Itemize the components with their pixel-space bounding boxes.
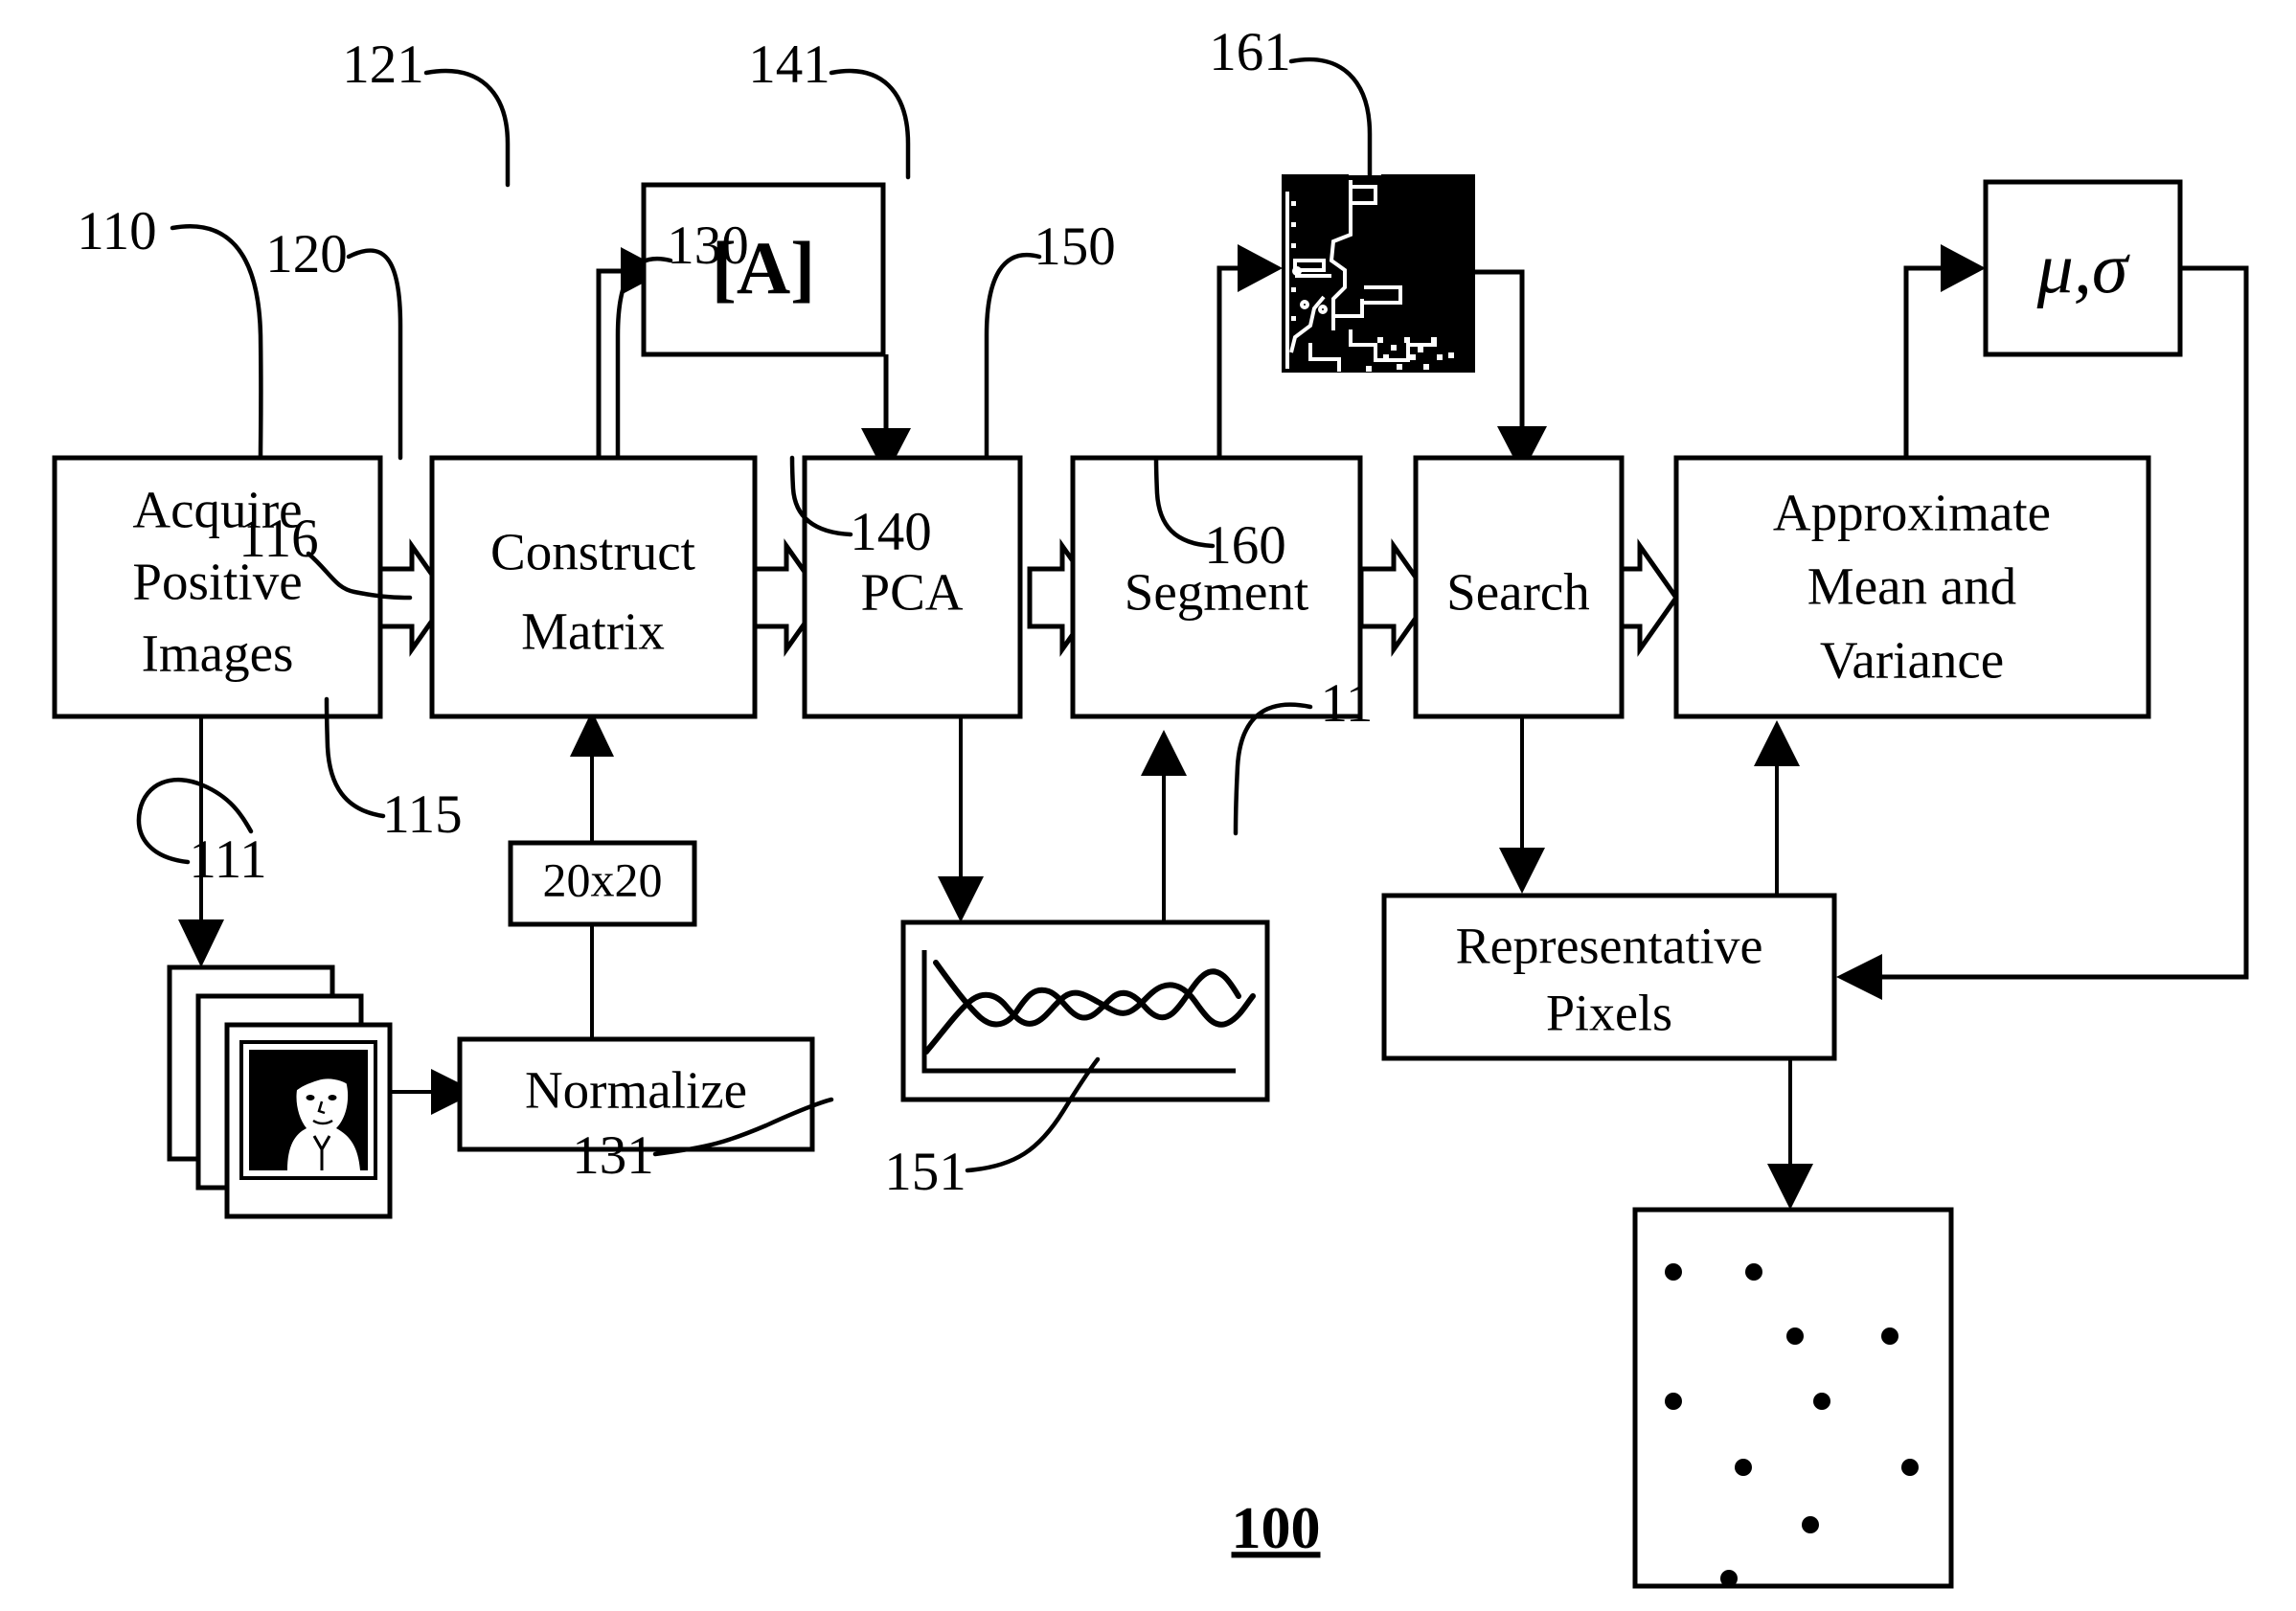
- box-acquire-line-3: Images: [142, 624, 294, 683]
- ref-label-121: 121: [342, 34, 424, 95]
- box-approximate-line-3: Variance: [1820, 631, 2004, 690]
- box-representative-pixels[interactable]: Representative Pixels: [1381, 893, 1837, 1061]
- connector-pca-to-plot: [938, 716, 984, 922]
- box-search[interactable]: Search: [1413, 455, 1625, 719]
- leader-121: [423, 68, 511, 188]
- box-search-label: Search: [1446, 563, 1590, 622]
- connector-plot-to-segment: [1141, 730, 1187, 922]
- thumbnail-pixel-map[interactable]: [1632, 1207, 1954, 1589]
- leader-11: [1233, 702, 1313, 836]
- flow-diagram: Acquire Positive Images Construct Matrix…: [52, 22, 2249, 1589]
- box-approximate-line-2: Mean and: [1807, 557, 2016, 616]
- box-construct-line-2: Matrix: [521, 602, 665, 661]
- box-construct-line-1: Construct: [490, 523, 695, 581]
- box-pca[interactable]: PCA: [802, 455, 1023, 719]
- ref-label-151: 151: [884, 1142, 966, 1202]
- connector-size-to-construct: [570, 711, 614, 843]
- connector-approximate-to-musigma: [1903, 244, 1986, 458]
- leader-141: [829, 68, 911, 180]
- box-mu-sigma[interactable]: μ,σ: [1983, 179, 2183, 357]
- box-normalize-label: Normalize: [525, 1061, 747, 1120]
- leader-120: [346, 248, 403, 461]
- patent-figure-canvas: Acquire Positive Images Construct Matrix…: [0, 0, 2296, 1611]
- connector-reppixels-to-approximate: [1754, 720, 1800, 896]
- box-reppixels-line-2: Pixels: [1546, 984, 1672, 1041]
- box-acquire-positive-images[interactable]: Acquire Positive Images: [52, 455, 383, 719]
- leader-161: [1288, 57, 1373, 185]
- ref-label-141: 141: [748, 34, 830, 95]
- box-size-20x20[interactable]: 20x20: [508, 840, 697, 927]
- ref-label-110: 110: [77, 201, 156, 261]
- connector-thumbnail-to-search: [1474, 269, 1547, 474]
- box-size-label: 20x20: [543, 852, 663, 906]
- thumbnail-image-stack[interactable]: [167, 964, 393, 1219]
- connector-segment-to-thumbnail: [1216, 244, 1283, 458]
- box-approximate-mean-variance[interactable]: Approximate Mean and Variance: [1673, 455, 2151, 719]
- ref-label-161: 161: [1209, 22, 1291, 82]
- ref-label-111: 111: [189, 829, 266, 890]
- figure-number-text: 100: [1232, 1496, 1321, 1561]
- connector-reppixels-to-pixelmap: [1767, 1057, 1813, 1210]
- ref-label-120: 120: [265, 224, 348, 284]
- ref-label-150: 150: [1034, 216, 1116, 277]
- ref-label-130: 130: [667, 216, 749, 276]
- ref-label-160: 160: [1204, 515, 1286, 576]
- box-reppixels-line-1: Representative: [1456, 917, 1763, 974]
- ref-label-140: 140: [850, 502, 932, 562]
- leader-110: [170, 224, 263, 461]
- ref-label-11: 11: [1321, 673, 1374, 734]
- ref-label-131: 131: [572, 1125, 654, 1186]
- ref-label-115: 115: [382, 784, 462, 845]
- box-pca-label: PCA: [861, 563, 964, 622]
- box-mu-sigma-label: μ,σ: [2036, 228, 2130, 308]
- connector-search-to-reppixels: [1499, 716, 1545, 894]
- figure-number: 100: [1232, 1496, 1321, 1561]
- box-construct-matrix[interactable]: Construct Matrix: [429, 455, 758, 719]
- face-portrait-icon: [239, 1040, 377, 1180]
- ref-label-116: 116: [239, 509, 318, 569]
- leader-150: [984, 253, 1042, 461]
- box-segment[interactable]: Segment: [1070, 455, 1363, 719]
- thumbnail-segmented-image[interactable]: [1282, 170, 1475, 373]
- box-approximate-line-1: Approximate: [1773, 484, 2051, 542]
